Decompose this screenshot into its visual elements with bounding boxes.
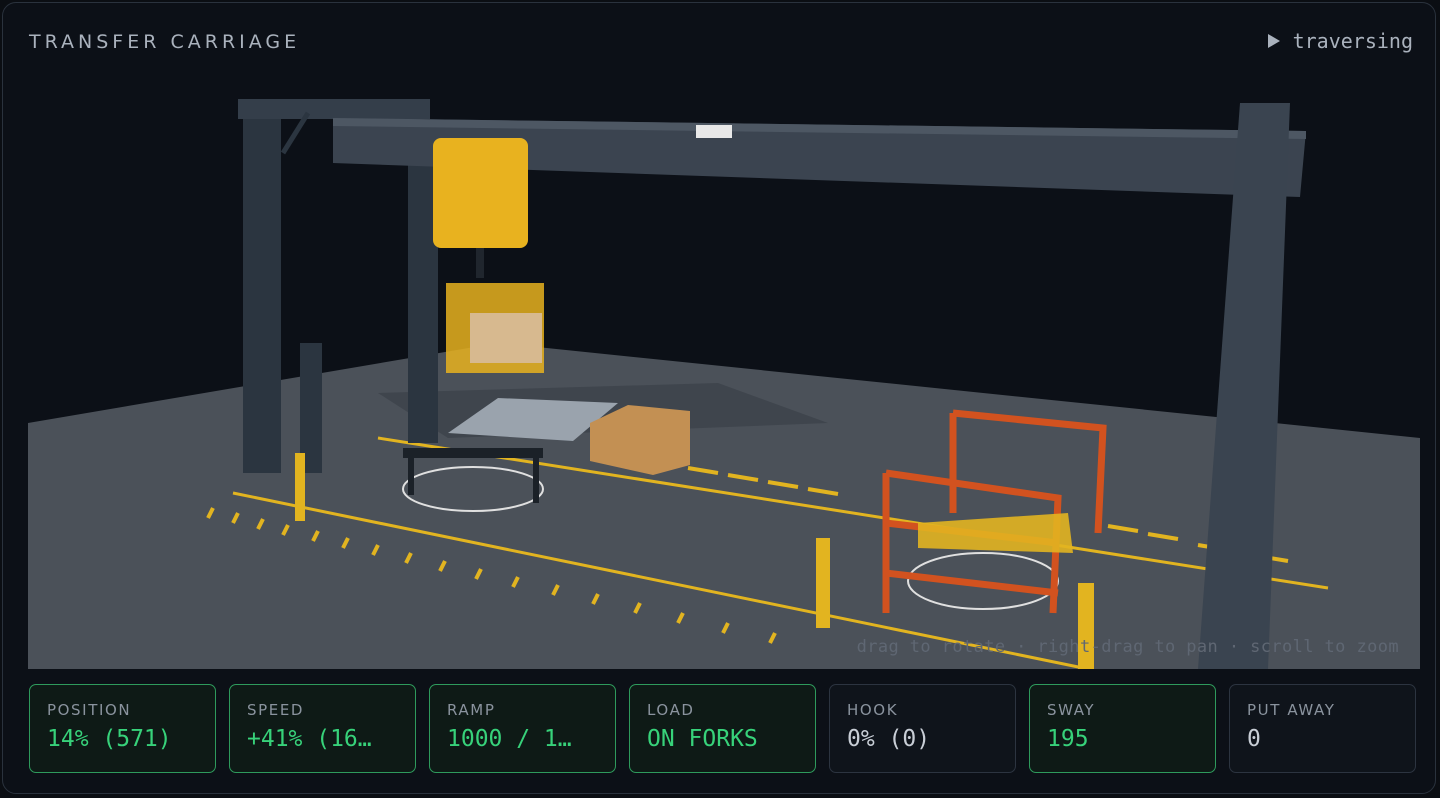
metric-label: SPEED xyxy=(247,701,305,719)
metric-label: SWAY xyxy=(1047,701,1096,719)
safety-bollard xyxy=(816,538,830,628)
load-box xyxy=(470,313,542,363)
gantry-leg xyxy=(243,113,281,473)
metric-value: 14% (571) xyxy=(47,726,172,752)
gantry-crossbeam xyxy=(238,99,430,119)
metric-value: ON FORKS xyxy=(647,726,758,752)
conveyor-frame xyxy=(403,448,543,458)
status-label: traversing xyxy=(1292,29,1413,53)
metric-card-put-away: PUT AWAY 0 xyxy=(1229,684,1416,773)
metric-label: POSITION xyxy=(47,701,132,719)
metric-value: +41% (16… xyxy=(247,726,372,752)
metric-value: 0% (0) xyxy=(847,726,931,752)
metric-value: 1000 / 1… xyxy=(447,726,572,752)
conveyor-leg xyxy=(408,453,414,495)
metric-label: PUT AWAY xyxy=(1247,701,1336,719)
hoist-cable xyxy=(476,248,484,278)
carriage-panel: TRANSFER CARRIAGE traversing drag to rot… xyxy=(2,2,1436,794)
panel-title: TRANSFER CARRIAGE xyxy=(29,31,301,53)
metric-value: 0 xyxy=(1247,726,1261,752)
metric-label: RAMP xyxy=(447,701,496,719)
metric-card-speed: SPEED +41% (16… xyxy=(229,684,416,773)
hoist-trolley xyxy=(433,138,528,248)
metric-card-sway: SWAY 195 xyxy=(1029,684,1216,773)
beam-label xyxy=(696,125,732,138)
safety-bollard xyxy=(295,453,305,521)
conveyor-leg xyxy=(533,453,539,503)
status-indicator: traversing xyxy=(1267,29,1413,53)
metric-value: 195 xyxy=(1047,726,1089,752)
metric-card-position: POSITION 14% (571) xyxy=(29,684,216,773)
play-icon xyxy=(1267,34,1280,48)
metric-label: LOAD xyxy=(647,701,695,719)
metric-card-load: LOAD ON FORKS xyxy=(629,684,816,773)
metric-card-ramp: RAMP 1000 / 1… xyxy=(429,684,616,773)
metrics-bar: POSITION 14% (571) SPEED +41% (16… RAMP … xyxy=(29,684,1416,773)
viewport-hint: drag to rotate · right-drag to pan · scr… xyxy=(856,637,1399,657)
metric-card-hook: HOOK 0% (0) xyxy=(829,684,1016,773)
3d-viewport[interactable] xyxy=(28,93,1420,669)
metric-label: HOOK xyxy=(847,701,899,719)
